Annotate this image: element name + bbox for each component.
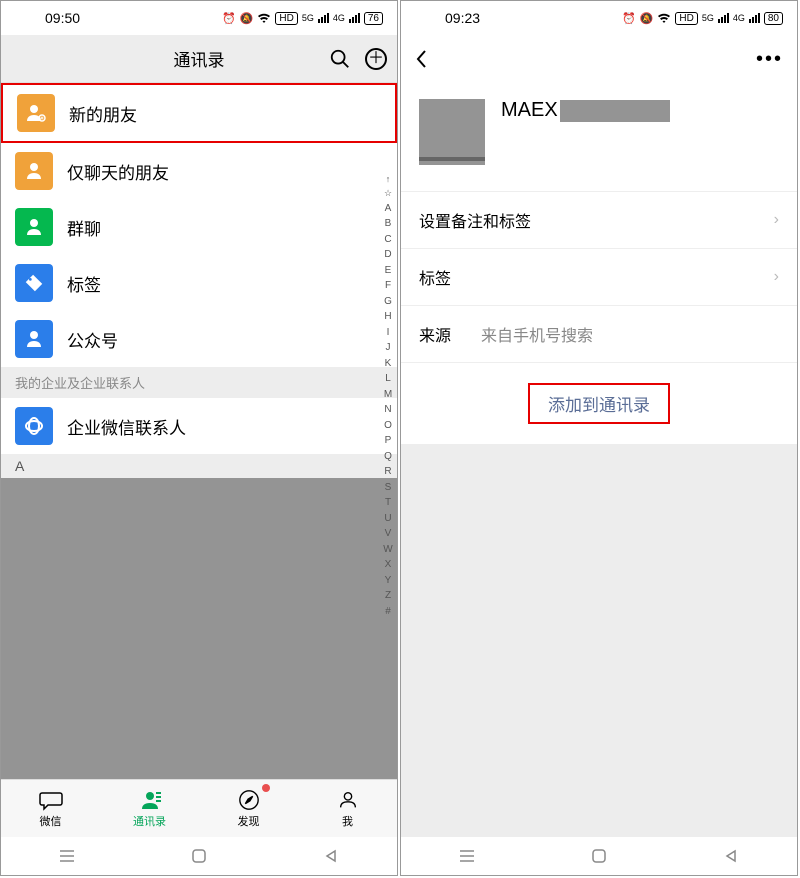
redacted-name-mask (560, 100, 670, 122)
row-label: 新的朋友 (69, 101, 395, 126)
new-friends-icon (17, 94, 55, 132)
title-bar: 通讯录 ＋ (1, 35, 397, 83)
tab-label: 微信 (40, 813, 62, 829)
row-chat-only[interactable]: 仅聊天的朋友 (1, 143, 397, 199)
nav-menu-icon[interactable] (457, 846, 477, 866)
compass-icon (236, 789, 262, 811)
row-label: 标签 (419, 265, 451, 289)
tab-discover[interactable]: 发现 (199, 780, 298, 837)
signal-5g-icon: 5G (702, 13, 714, 23)
row-label: 群聊 (67, 215, 397, 240)
nav-home-icon[interactable] (589, 846, 609, 866)
row-label: 仅聊天的朋友 (67, 159, 397, 184)
row-label: 设置备注和标签 (419, 208, 531, 232)
profile-name: MAEX (501, 99, 670, 122)
right-screen: 09:23 ⏰ 🔕 HD 5G 4G 80 ••• MAEX 设置备注和标签 (400, 0, 798, 876)
system-nav-bar (1, 837, 397, 875)
row-source: 来源 来自手机号搜索 (401, 305, 797, 362)
chevron-right-icon: › (774, 268, 779, 286)
status-time: 09:50 (45, 10, 222, 26)
add-to-contacts-button[interactable]: 添加到通讯录 (528, 383, 670, 424)
empty-area (401, 444, 797, 837)
signal-icon-2 (749, 13, 760, 23)
more-icon[interactable]: ••• (756, 48, 783, 71)
status-time: 09:23 (445, 10, 622, 26)
section-enterprise: 我的企业及企业联系人 (1, 367, 397, 398)
tab-label: 我 (342, 813, 353, 829)
signal-icon (318, 13, 329, 23)
row-tags[interactable]: 标签 › (401, 248, 797, 305)
source-value: 来自手机号搜索 (481, 322, 593, 346)
official-icon (15, 320, 53, 358)
left-screen: 09:50 ⏰ 🔕 HD 5G 4G 76 通讯录 ＋ (0, 0, 398, 876)
chevron-right-icon: › (774, 211, 779, 229)
system-nav-bar (401, 837, 797, 875)
row-enterprise-contacts[interactable]: 企业微信联系人 (1, 398, 397, 454)
tab-me[interactable]: 我 (298, 780, 397, 837)
notification-dot-icon (262, 784, 270, 792)
signal-5g-icon: 5G (302, 13, 314, 23)
hd-icon: HD (675, 12, 697, 25)
redacted-contacts-block (1, 478, 397, 779)
index-rail[interactable]: ↑ ☆ AB CD EF GH IJ KL MN OP QR ST UV WX … (381, 173, 395, 619)
hd-icon: HD (275, 12, 297, 25)
row-label: 标签 (67, 271, 397, 296)
nav-back-icon[interactable] (321, 846, 341, 866)
add-button-container: 添加到通讯录 (401, 362, 797, 444)
source-label: 来源 (419, 322, 451, 346)
tab-wechat[interactable]: 微信 (1, 780, 100, 837)
battery-icon: 76 (364, 12, 383, 25)
enterprise-icon (15, 407, 53, 445)
row-label: 公众号 (67, 327, 397, 352)
row-official[interactable]: 公众号 (1, 311, 397, 367)
avatar[interactable] (419, 99, 485, 165)
profile-block: MAEX (401, 83, 797, 191)
index-letter-a: A (1, 454, 397, 478)
group-chat-icon (15, 208, 53, 246)
tab-label: 发现 (238, 813, 260, 829)
tab-contacts[interactable]: 通讯录 (100, 780, 199, 837)
signal-icon-2 (349, 13, 360, 23)
chat-only-icon (15, 152, 53, 190)
row-label: 企业微信联系人 (67, 414, 397, 439)
status-icons: ⏰ 🔕 HD 5G 4G 76 (222, 12, 383, 25)
status-icons: ⏰ 🔕 HD 5G 4G 80 (622, 12, 783, 25)
chat-bubble-icon (38, 789, 64, 811)
contacts-list: 新的朋友 仅聊天的朋友 群聊 (1, 83, 397, 779)
status-bar: 09:23 ⏰ 🔕 HD 5G 4G 80 (401, 1, 797, 35)
person-icon (335, 789, 361, 811)
row-tags[interactable]: 标签 (1, 255, 397, 311)
mute-icon: 🔕 (640, 12, 654, 25)
contacts-icon (137, 789, 163, 811)
tab-bar: 微信 通讯录 发现 我 (1, 779, 397, 837)
row-new-friends[interactable]: 新的朋友 (1, 83, 397, 143)
mute-icon: 🔕 (240, 12, 254, 25)
nav-back-icon[interactable] (721, 846, 741, 866)
nav-home-icon[interactable] (189, 846, 209, 866)
status-bar: 09:50 ⏰ 🔕 HD 5G 4G 76 (1, 1, 397, 35)
search-icon[interactable] (329, 48, 351, 70)
signal-4g-icon: 4G (333, 13, 345, 23)
row-group-chat[interactable]: 群聊 (1, 199, 397, 255)
back-icon[interactable] (415, 49, 427, 69)
signal-4g-icon: 4G (733, 13, 745, 23)
nav-menu-icon[interactable] (57, 846, 77, 866)
tag-icon (15, 264, 53, 302)
battery-icon: 80 (764, 12, 783, 25)
row-set-remark[interactable]: 设置备注和标签 › (401, 191, 797, 248)
wifi-icon (257, 12, 271, 24)
tab-label: 通讯录 (133, 813, 166, 829)
add-icon[interactable]: ＋ (365, 48, 387, 70)
alarm-icon: ⏰ (222, 12, 236, 25)
alarm-icon: ⏰ (622, 12, 636, 25)
wifi-icon (657, 12, 671, 24)
header-bar: ••• (401, 35, 797, 83)
signal-icon (718, 13, 729, 23)
